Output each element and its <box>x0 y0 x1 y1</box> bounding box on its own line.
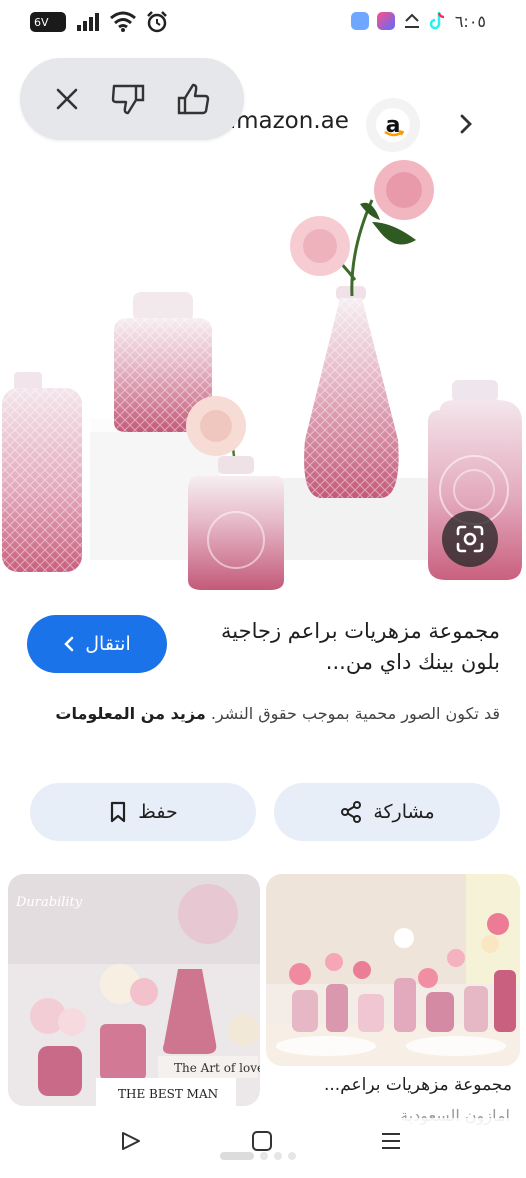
copyright-notice: قد تكون الصور محمية بموجب حقوق النشر. مز… <box>22 700 500 728</box>
home-square-icon[interactable] <box>251 1130 273 1152</box>
tiktok-icon <box>429 12 444 30</box>
vase-image <box>2 372 82 572</box>
lens-search-button[interactable] <box>442 511 498 567</box>
lens-icon <box>456 525 484 553</box>
close-icon[interactable] <box>53 85 81 113</box>
page-dot <box>288 1152 296 1160</box>
app-notification-icon <box>350 12 369 30</box>
battery-icon: 6V <box>30 12 66 32</box>
feedback-bar <box>20 58 244 140</box>
page-dot <box>274 1152 282 1160</box>
wifi-icon <box>110 11 136 32</box>
status-bar: 6V ٦:٠٥ <box>0 0 526 44</box>
related-image-card[interactable] <box>266 874 520 1066</box>
app-notification-icon <box>376 12 395 30</box>
visit-label: انتقال <box>85 633 131 655</box>
menu-icon[interactable] <box>380 1130 402 1152</box>
related-title[interactable]: مجموعة مزهريات براعم... <box>262 1075 512 1095</box>
upload-icon <box>404 13 419 28</box>
thumbs-up-icon[interactable] <box>175 82 211 116</box>
page-indicator <box>220 1152 296 1160</box>
result-title: مجموعة مزهريات براعم زجاجية بلون بينك دا… <box>221 619 500 674</box>
alarm-icon <box>147 11 167 33</box>
more-info-link[interactable]: مزيد من المعلومات <box>55 704 205 723</box>
site-favicon[interactable]: a <box>366 98 420 152</box>
book-title-text: The Art of love <box>174 1061 260 1075</box>
clock: ٦:٠٥ <box>454 11 486 31</box>
save-label: حفظ <box>138 801 178 823</box>
visit-button[interactable]: انتقال <box>27 615 167 673</box>
back-triangle-icon[interactable] <box>120 1130 142 1152</box>
copyright-text: قد تكون الصور محمية بموجب حقوق النشر. <box>210 704 500 723</box>
share-icon <box>341 801 362 823</box>
watermark-text: Durability <box>15 895 83 910</box>
bookmark-icon <box>111 801 126 823</box>
thumbs-down-icon[interactable] <box>110 82 146 116</box>
chevron-right-icon[interactable] <box>456 112 476 136</box>
battery-level: 6V <box>34 15 49 29</box>
related-image <box>266 874 520 1066</box>
page-dot <box>220 1152 254 1160</box>
chevron-left-icon <box>64 636 74 652</box>
related-image: Durability THE BEST MAN The Art of love <box>8 874 260 1106</box>
page-dot <box>260 1152 268 1160</box>
share-button[interactable]: مشاركة <box>274 783 500 841</box>
signal-icon <box>77 13 99 31</box>
share-label: مشاركة <box>373 801 435 823</box>
related-image-card[interactable]: Durability THE BEST MAN The Art of love <box>8 874 260 1106</box>
save-button[interactable]: حفظ <box>30 783 256 841</box>
system-nav-bar <box>0 1118 526 1178</box>
book-title-text: THE BEST MAN <box>118 1087 218 1101</box>
